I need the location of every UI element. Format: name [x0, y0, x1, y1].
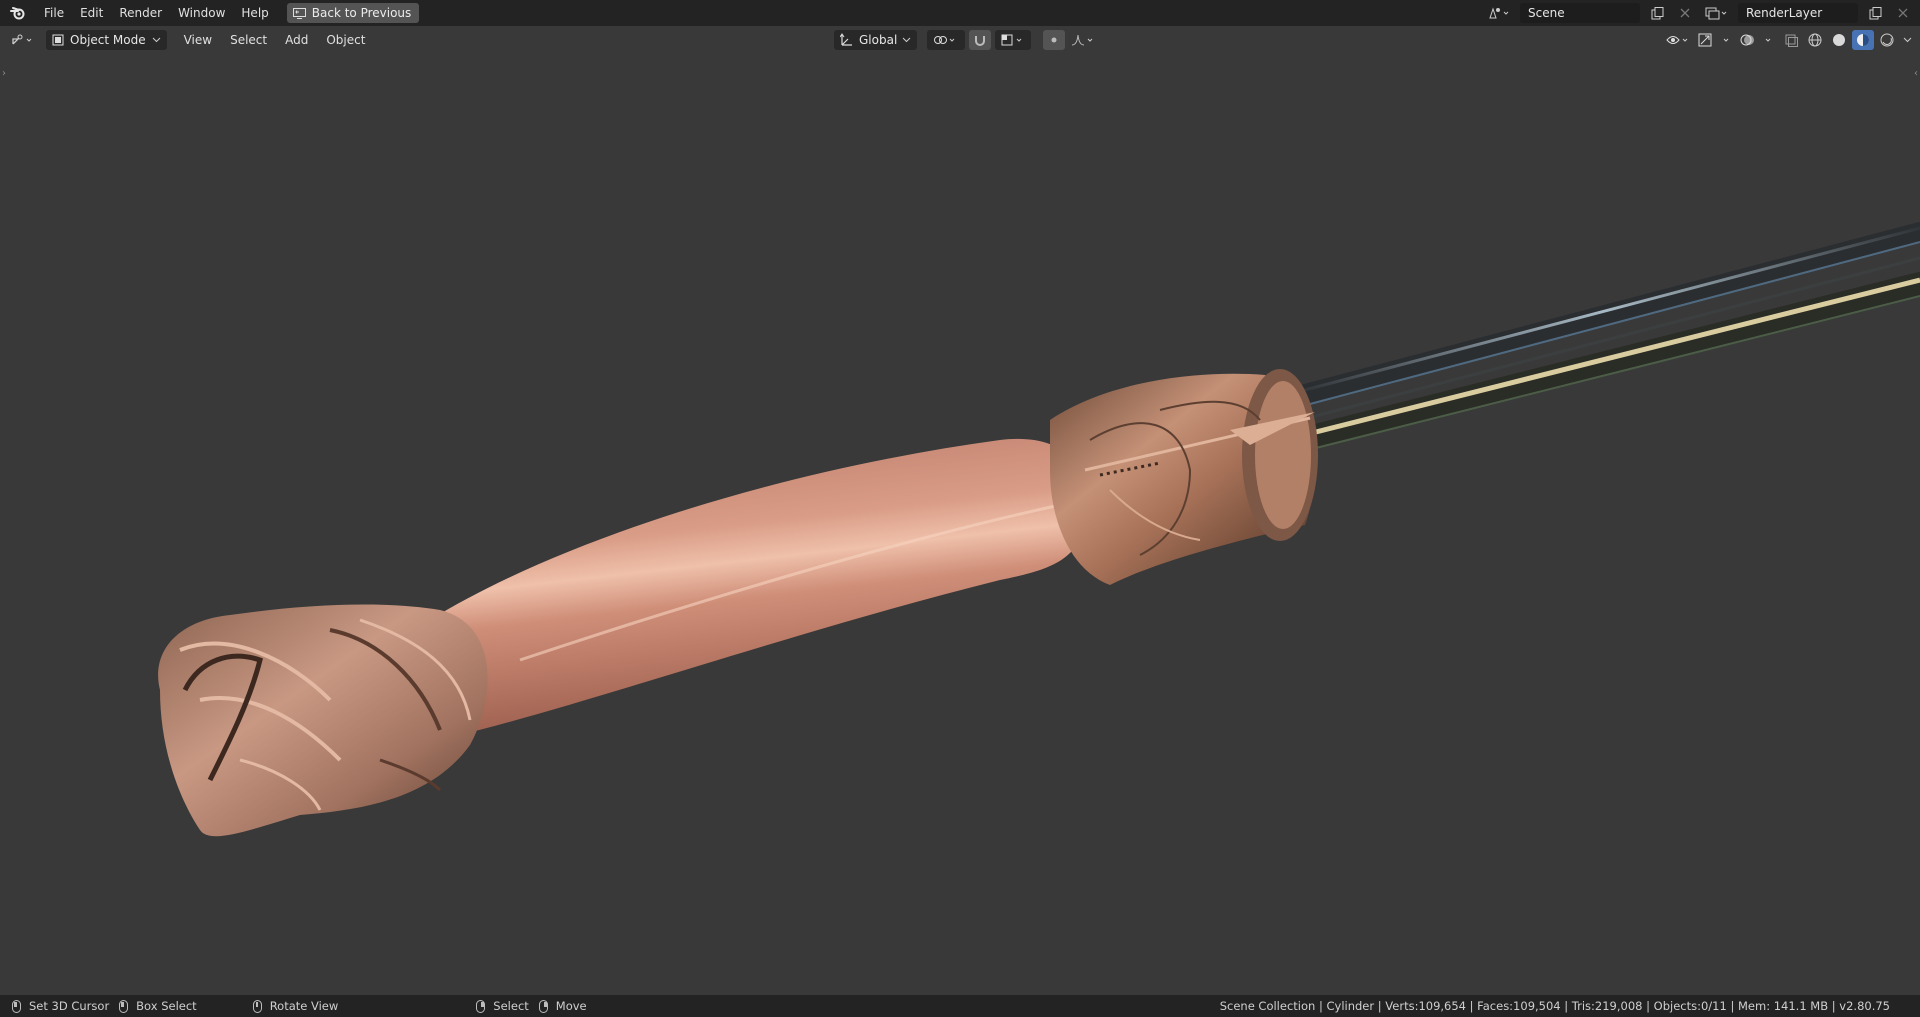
status-box-select: Box Select — [119, 999, 197, 1013]
snap-increment-icon — [1001, 34, 1022, 46]
editor-type-icon[interactable] — [6, 30, 40, 50]
mouse-middle-icon — [252, 999, 262, 1013]
status-set-cursor: Set 3D Cursor — [12, 999, 109, 1013]
menu-edit[interactable]: Edit — [72, 0, 111, 26]
blade-rods — [1280, 222, 1920, 453]
delete-scene-icon[interactable] — [1674, 3, 1696, 23]
status-move: Move — [538, 999, 587, 1013]
solid-shading-icon[interactable] — [1828, 30, 1850, 50]
view-layer-browse-icon[interactable] — [1702, 3, 1732, 23]
status-select: Select — [476, 999, 529, 1013]
object-mode-dropdown[interactable]: Object Mode — [46, 30, 167, 50]
new-view-layer-icon[interactable] — [1864, 3, 1886, 23]
material-preview-shading-icon[interactable] — [1852, 30, 1874, 50]
menu-file[interactable]: File — [36, 0, 72, 26]
back-to-previous-label: Back to Previous — [311, 6, 412, 20]
menu-view[interactable]: View — [175, 33, 221, 47]
scene-browse-icon[interactable] — [1484, 3, 1514, 23]
snap-toggle-icon[interactable] — [969, 30, 992, 50]
shading-options-chevron-icon[interactable] — [1900, 30, 1914, 50]
top-right-controls: Scene RenderLayer — [1484, 3, 1914, 23]
viewport-header: Object Mode View Select Add Object Globa… — [0, 26, 1920, 54]
screen-icon — [292, 7, 306, 19]
menu-select[interactable]: Select — [221, 33, 276, 47]
viewport-header-left: Object Mode View Select Add Object — [0, 30, 374, 50]
scene-name-value: Scene — [1528, 6, 1565, 20]
menu-render[interactable]: Render — [111, 0, 170, 26]
back-to-previous-button[interactable]: Back to Previous — [286, 3, 420, 23]
scene-statistics: Scene Collection | Cylinder | Verts:109,… — [1219, 999, 1890, 1013]
view-layer-field[interactable]: RenderLayer — [1738, 3, 1858, 23]
carved-pommel — [158, 604, 488, 837]
status-bar: Set 3D Cursor Box Select Rotate View Sel… — [0, 995, 1920, 1017]
menu-object[interactable]: Object — [317, 33, 374, 47]
engraved-collar — [1050, 369, 1318, 585]
blender-logo-icon[interactable] — [0, 6, 36, 20]
status-rotate-view-label: Rotate View — [269, 999, 339, 1013]
status-box-select-label: Box Select — [136, 999, 197, 1013]
menu-window[interactable]: Window — [170, 0, 233, 26]
dagger-model[interactable] — [0, 54, 1920, 995]
status-select-label: Select — [493, 999, 529, 1013]
view-layer-value: RenderLayer — [1746, 6, 1823, 20]
snap-target-dropdown[interactable] — [995, 30, 1032, 50]
wireframe-shading-icon[interactable] — [1804, 30, 1826, 50]
pivot-point-icon — [934, 36, 955, 44]
mouse-left-icon — [12, 999, 21, 1013]
mouse-right-icon — [476, 999, 486, 1013]
menu-add[interactable]: Add — [276, 33, 317, 47]
handle-body — [430, 438, 1086, 735]
status-rotate-view: Rotate View — [252, 999, 339, 1013]
transform-orientation-dropdown[interactable]: Global — [834, 30, 918, 50]
scene-name-field[interactable]: Scene — [1520, 3, 1640, 23]
object-mode-icon — [52, 34, 64, 46]
object-mode-label: Object Mode — [70, 33, 146, 47]
proportional-falloff-icon[interactable] — [1069, 30, 1099, 50]
mouse-right-drag-icon — [538, 999, 548, 1013]
chevron-down-icon — [902, 37, 911, 43]
transform-orientation-label: Global — [859, 33, 898, 47]
3d-viewport[interactable]: › ‹ — [0, 54, 1920, 995]
proportional-editing-icon[interactable] — [1043, 30, 1066, 50]
overlays-icon[interactable] — [1738, 30, 1778, 50]
pivot-point-dropdown[interactable] — [927, 30, 966, 50]
gizmos-icon[interactable] — [1696, 30, 1736, 50]
chevron-down-icon — [152, 37, 160, 43]
status-set-cursor-label: Set 3D Cursor — [29, 999, 110, 1013]
new-scene-icon[interactable] — [1646, 3, 1668, 23]
menu-help[interactable]: Help — [233, 0, 276, 26]
xray-toggle-icon[interactable] — [1780, 30, 1802, 50]
status-move-label: Move — [555, 999, 587, 1013]
mouse-drag-icon — [119, 999, 129, 1013]
rendered-shading-icon[interactable] — [1876, 30, 1898, 50]
top-bar: File Edit Render Window Help Back to Pre… — [0, 0, 1920, 26]
delete-view-layer-icon[interactable] — [1892, 3, 1914, 23]
visibility-selectability-icon[interactable] — [1664, 30, 1694, 50]
viewport-header-right — [1664, 30, 1914, 50]
orientation-axes-icon — [840, 33, 852, 46]
transform-controls: Global — [834, 30, 1099, 50]
